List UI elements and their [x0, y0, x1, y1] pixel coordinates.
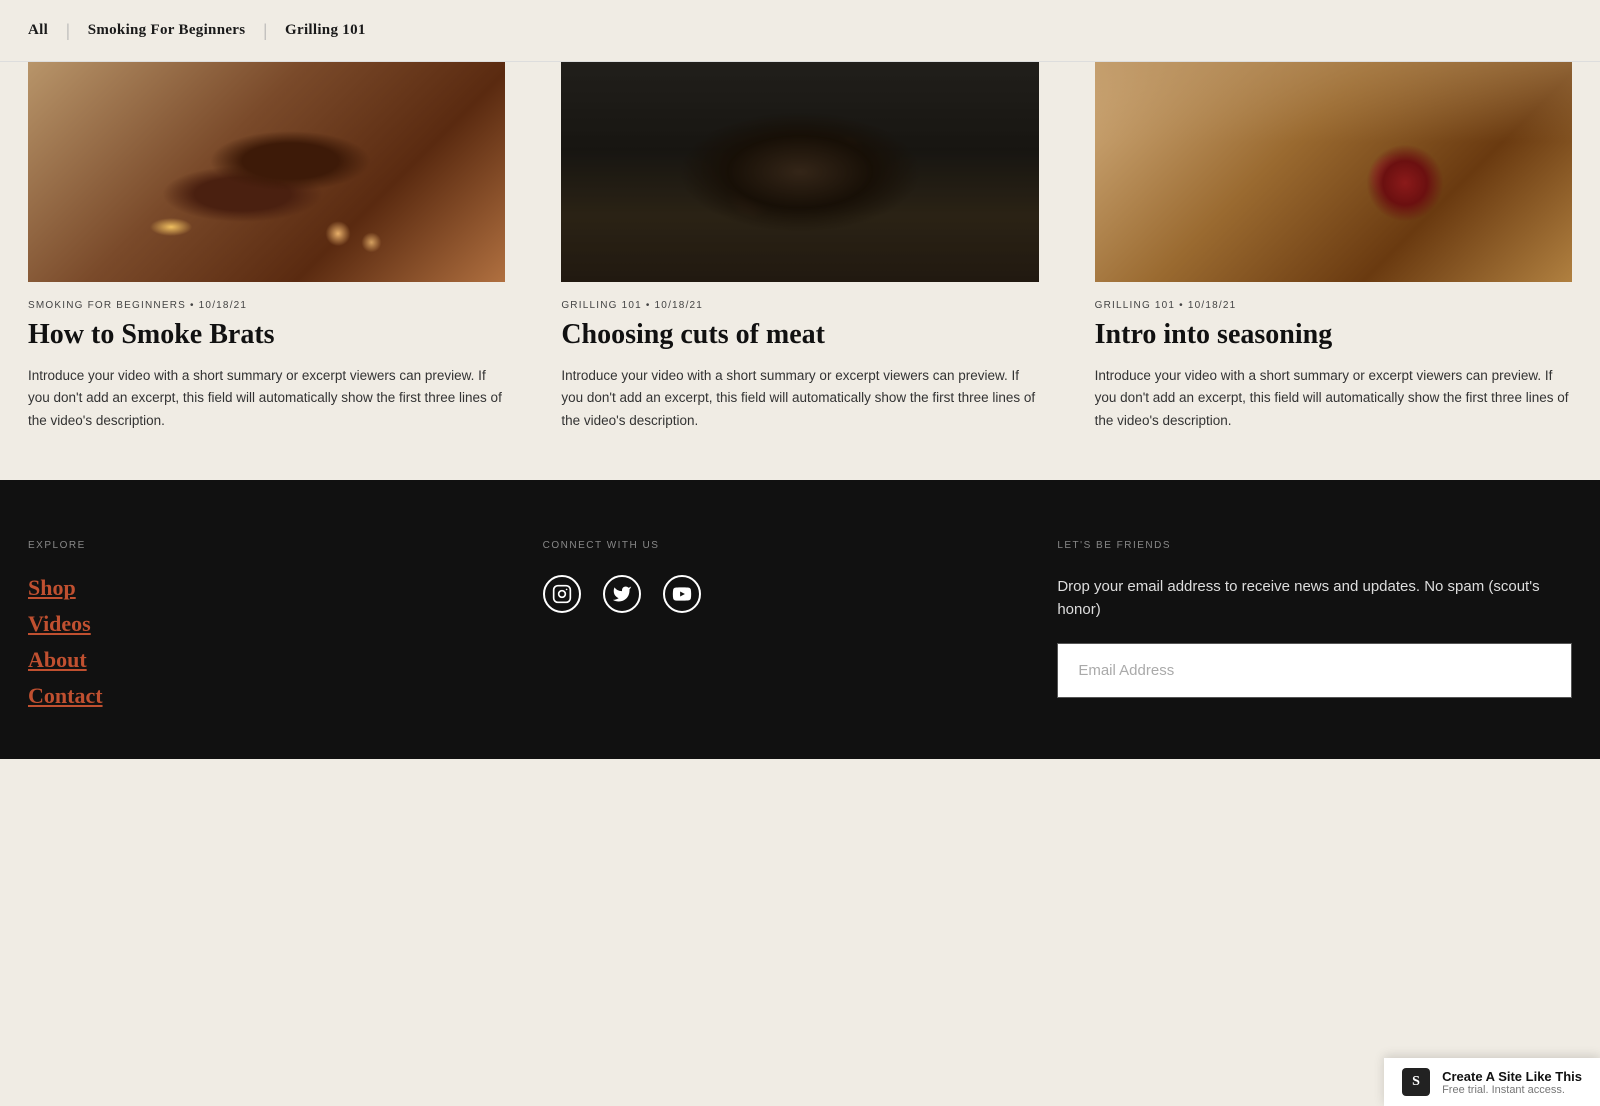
video-grid: SMOKING FOR BEGINNERS • 10/18/21 How to … [0, 62, 1600, 480]
footer-connect-label: CONNECT WITH US [543, 540, 1058, 551]
footer-friends-label: LET'S BE FRIENDS [1057, 540, 1572, 551]
footer-explore-label: EXPLORE [28, 540, 543, 551]
video-title-2: Choosing cuts of meat [561, 319, 1038, 351]
email-input[interactable] [1057, 643, 1572, 698]
video-thumbnail-1 [28, 62, 505, 282]
video-meta-1: SMOKING FOR BEGINNERS • 10/18/21 [28, 300, 505, 311]
squarespace-logo: S [1402, 1068, 1430, 1096]
footer-link-shop[interactable]: Shop [28, 575, 543, 601]
ss-banner-text: Create A Site Like This Free trial. Inst… [1442, 1069, 1582, 1096]
video-meta-2: GRILLING 101 • 10/18/21 [561, 300, 1038, 311]
video-title-3: Intro into seasoning [1095, 319, 1572, 351]
footer-friends: LET'S BE FRIENDS Drop your email address… [1057, 540, 1572, 719]
video-title-1: How to Smoke Brats [28, 319, 505, 351]
social-icons [543, 575, 1058, 613]
filter-grilling[interactable]: Grilling 101 [285, 18, 366, 43]
video-excerpt-2: Introduce your video with a short summar… [561, 365, 1038, 432]
video-card-3[interactable]: GRILLING 101 • 10/18/21 Intro into seaso… [1067, 62, 1600, 480]
squarespace-banner[interactable]: S Create A Site Like This Free trial. In… [1384, 1058, 1600, 1106]
video-card-2[interactable]: GRILLING 101 • 10/18/21 Choosing cuts of… [533, 62, 1066, 480]
ss-sub-text: Free trial. Instant access. [1442, 1084, 1582, 1096]
video-meta-3: GRILLING 101 • 10/18/21 [1095, 300, 1572, 311]
twitter-icon[interactable] [603, 575, 641, 613]
video-excerpt-1: Introduce your video with a short summar… [28, 365, 505, 432]
filter-separator-2: | [263, 20, 267, 41]
filter-smoking[interactable]: Smoking For Beginners [88, 18, 246, 43]
footer-link-contact[interactable]: Contact [28, 683, 543, 709]
video-excerpt-3: Introduce your video with a short summar… [1095, 365, 1572, 432]
footer: EXPLORE Shop Videos About Contact CONNEC… [0, 480, 1600, 759]
video-thumbnail-2 [561, 62, 1038, 282]
youtube-icon[interactable] [663, 575, 701, 613]
filter-separator-1: | [66, 20, 70, 41]
video-thumbnail-3 [1095, 62, 1572, 282]
footer-friends-description: Drop your email address to receive news … [1057, 575, 1572, 622]
footer-explore: EXPLORE Shop Videos About Contact [28, 540, 543, 719]
ss-main-text: Create A Site Like This [1442, 1069, 1582, 1084]
footer-connect: CONNECT WITH US [543, 540, 1058, 719]
filter-all[interactable]: All [28, 18, 48, 43]
filter-nav: All | Smoking For Beginners | Grilling 1… [0, 0, 1600, 62]
footer-link-about[interactable]: About [28, 647, 543, 673]
footer-link-videos[interactable]: Videos [28, 611, 543, 637]
video-card-1[interactable]: SMOKING FOR BEGINNERS • 10/18/21 How to … [0, 62, 533, 480]
instagram-icon[interactable] [543, 575, 581, 613]
